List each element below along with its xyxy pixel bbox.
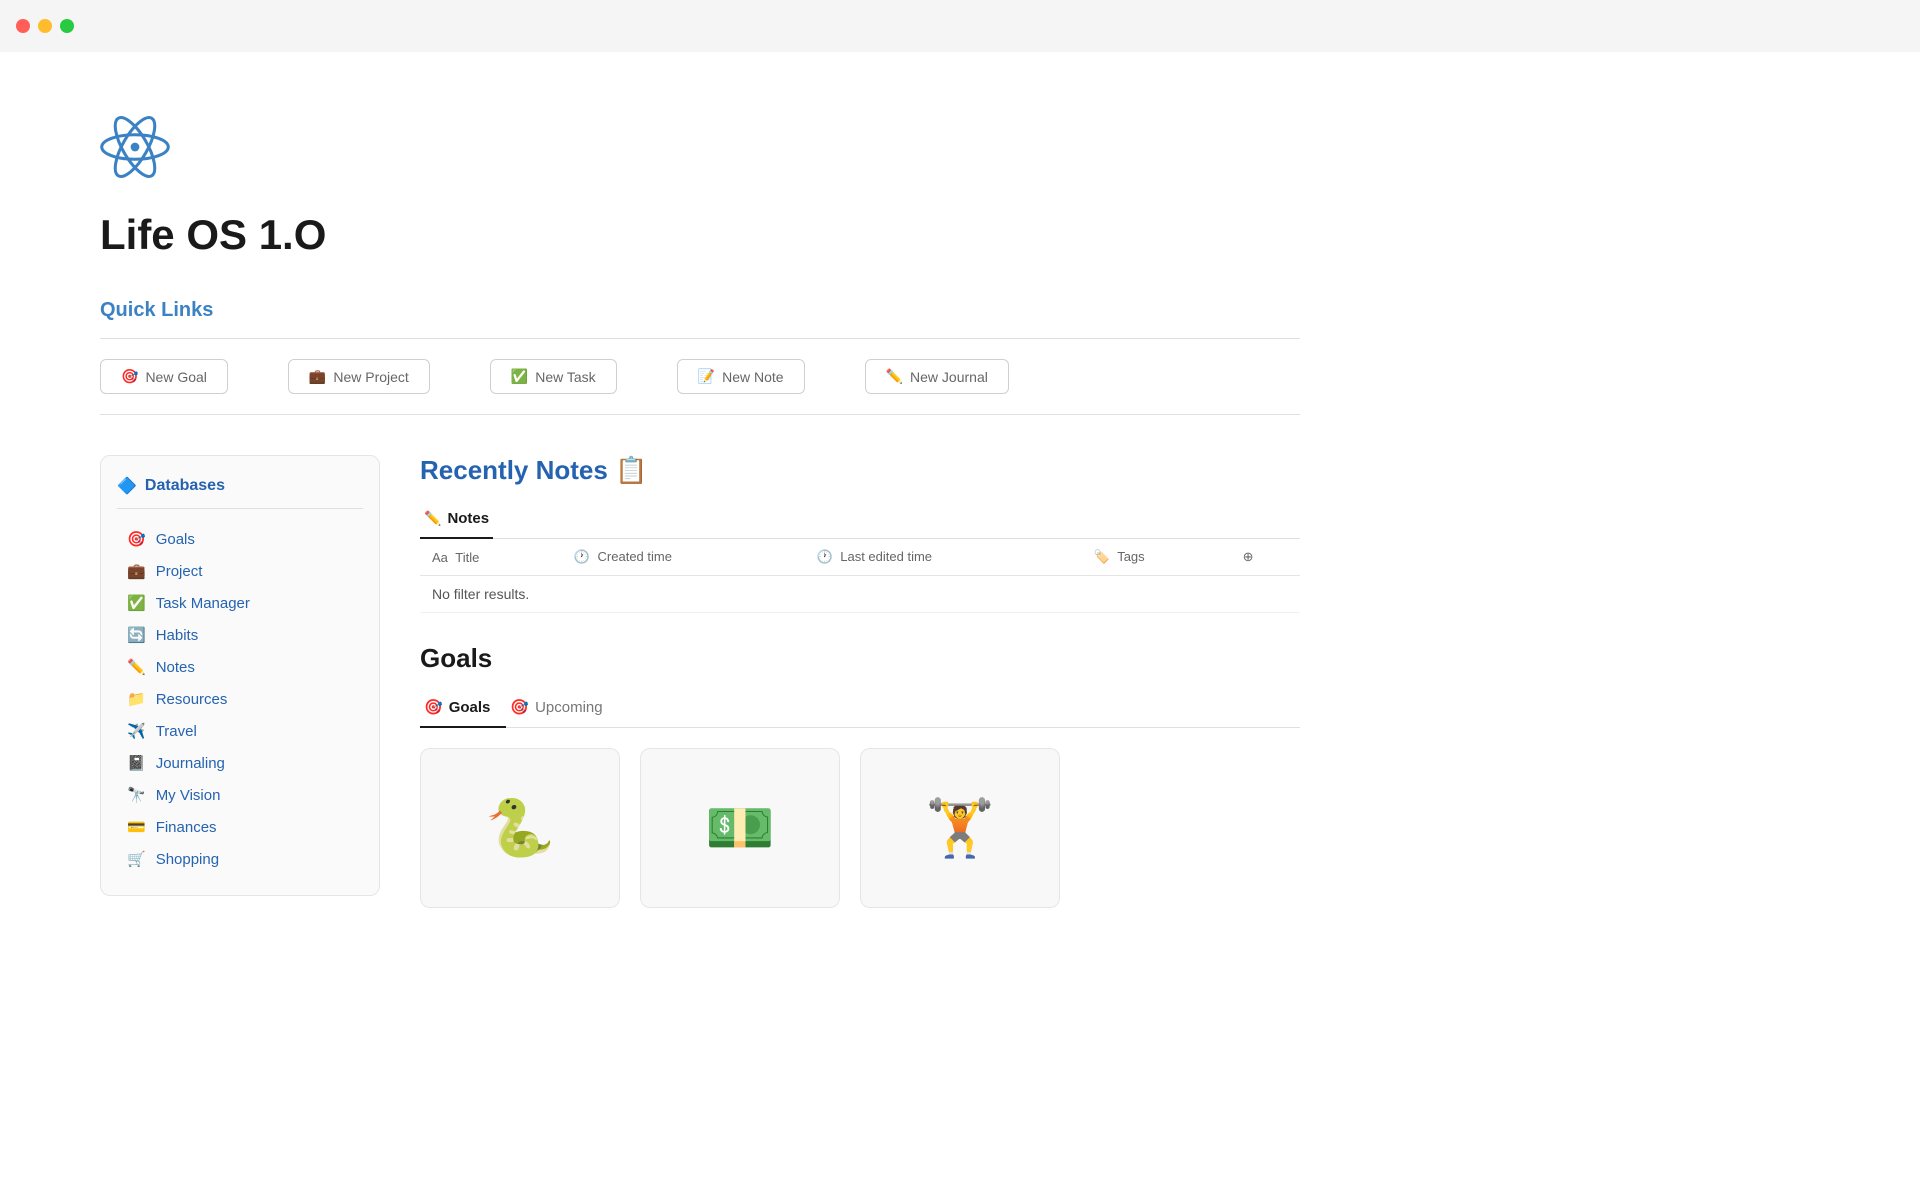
goals-sidebar-icon: 🎯 (127, 530, 146, 548)
col-title: Aa Title (420, 539, 562, 576)
quick-link-new-goal[interactable]: 🎯New Goal (100, 359, 228, 394)
goal-card-fitness[interactable]: 🏋️ (860, 748, 1060, 908)
new-goal-icon: 🎯 (121, 368, 138, 385)
goals-tabs: 🎯 Goals 🎯 Upcoming (420, 690, 1300, 728)
goals-heading: Goals (420, 643, 1300, 674)
no-filter-row: No filter results. (420, 576, 1300, 613)
goal-card-python[interactable]: 🐍 (420, 748, 620, 908)
sidebar-header: 🔷 Databases (117, 476, 363, 509)
sidebar-label-notes: Notes (156, 659, 195, 676)
notes-tabs: ✏️ Notes (420, 502, 1300, 539)
titlebar (0, 0, 1920, 52)
sidebar-label-finances: Finances (156, 819, 217, 836)
atom-logo-icon (100, 112, 170, 182)
finances-sidebar-icon: 💳 (127, 818, 146, 836)
sidebar: 🔷 Databases 🎯 Goals 💼 Project ✅ Task Manager 🔄… (100, 455, 380, 896)
sidebar-item-finances[interactable]: 💳 Finances (117, 811, 363, 843)
maximize-button[interactable] (60, 19, 74, 33)
upcoming-tab-label: Upcoming (535, 699, 603, 716)
resources-sidebar-icon: 📁 (127, 690, 146, 708)
col-actions: ⊕ (1231, 539, 1300, 576)
created-time-col-icon: 🕐 (574, 549, 590, 564)
sidebar-label-resources: Resources (156, 691, 228, 708)
new-journal-icon: ✏️ (886, 368, 903, 385)
sidebar-label-habits: Habits (156, 627, 199, 644)
sidebar-label-journaling: Journaling (156, 755, 225, 772)
sidebar-label-goals: Goals (156, 531, 195, 548)
python-card-emoji: 🐍 (485, 795, 555, 861)
two-col-layout: 🔷 Databases 🎯 Goals 💼 Project ✅ Task Manager 🔄… (100, 455, 1300, 908)
new-project-icon: 💼 (309, 368, 326, 385)
goals-tab-label: Goals (449, 699, 491, 716)
quick-link-new-task[interactable]: ✅New Task (490, 359, 617, 394)
sidebar-item-travel[interactable]: ✈️ Travel (117, 715, 363, 747)
new-task-icon: ✅ (511, 368, 528, 385)
quick-links-bottom-divider (100, 414, 1300, 415)
sidebar-items-container: 🎯 Goals 💼 Project ✅ Task Manager 🔄 Habits ✏️ Note… (117, 523, 363, 875)
main-content: Life OS 1.O Quick Links 🎯New Goal 💼New Pr… (0, 52, 1400, 968)
minimize-button[interactable] (38, 19, 52, 33)
sidebar-label-shopping: Shopping (156, 851, 219, 868)
main-panel: Recently Notes 📋 ✏️ Notes Aa Title (420, 455, 1300, 908)
databases-icon: 🔷 (117, 476, 137, 496)
my-vision-sidebar-icon: 🔭 (127, 786, 146, 804)
sidebar-item-goals[interactable]: 🎯 Goals (117, 523, 363, 555)
sidebar-item-task-manager[interactable]: ✅ Task Manager (117, 587, 363, 619)
recently-notes-heading: Recently Notes 📋 (420, 455, 1300, 486)
quick-links-title: Quick Links (100, 299, 1300, 322)
sidebar-item-project[interactable]: 💼 Project (117, 555, 363, 587)
app-title: Life OS 1.O (100, 211, 1300, 259)
sidebar-label-task-manager: Task Manager (156, 595, 250, 612)
upcoming-tab-icon: 🎯 (510, 698, 529, 716)
quick-links-top-divider (100, 338, 1300, 339)
sidebar-label-travel: Travel (156, 723, 197, 740)
journaling-sidebar-icon: 📓 (127, 754, 146, 772)
sidebar-item-notes[interactable]: ✏️ Notes (117, 651, 363, 683)
project-sidebar-icon: 💼 (127, 562, 146, 580)
col-tags: 🏷️ Tags (1082, 539, 1231, 576)
quick-link-new-note[interactable]: 📝New Note (677, 359, 805, 394)
notes-tab-label: Notes (447, 510, 489, 527)
notes-table: Aa Title 🕐 Created time 🕐 Last edited ti… (420, 539, 1300, 613)
money-card-emoji: 💵 (705, 795, 775, 861)
tab-goals[interactable]: 🎯 Goals (420, 690, 506, 728)
col-created-time: 🕐 Created time (562, 539, 805, 576)
sidebar-item-shopping[interactable]: 🛒 Shopping (117, 843, 363, 875)
task-manager-sidebar-icon: ✅ (127, 594, 146, 612)
goal-card-money[interactable]: 💵 (640, 748, 840, 908)
sidebar-item-resources[interactable]: 📁 Resources (117, 683, 363, 715)
shopping-sidebar-icon: 🛒 (127, 850, 146, 868)
sidebar-item-journaling[interactable]: 📓 Journaling (117, 747, 363, 779)
notes-table-header-row: Aa Title 🕐 Created time 🕐 Last edited ti… (420, 539, 1300, 576)
quick-links-row: 🎯New Goal 💼New Project ✅New Task 📝New Note ✏… (100, 359, 1300, 394)
fitness-card-emoji: 🏋️ (925, 795, 995, 861)
goals-cards: 🐍 💵 🏋️ (420, 748, 1300, 908)
travel-sidebar-icon: ✈️ (127, 722, 146, 740)
title-col-icon: Aa (432, 550, 448, 565)
goals-tab-icon: 🎯 (424, 698, 443, 716)
recently-notes-emoji: 📋 (615, 455, 647, 485)
notes-sidebar-icon: ✏️ (127, 658, 146, 676)
sidebar-item-my-vision[interactable]: 🔭 My Vision (117, 779, 363, 811)
sidebar-label-project: Project (156, 563, 203, 580)
no-filter-message: No filter results. (420, 576, 1300, 613)
tags-col-icon: 🏷️ (1094, 549, 1110, 564)
last-edited-col-icon: 🕐 (816, 549, 832, 564)
close-button[interactable] (16, 19, 30, 33)
notes-tab-icon: ✏️ (424, 510, 441, 527)
quick-link-new-journal[interactable]: ✏️New Journal (865, 359, 1009, 394)
sidebar-label-my-vision: My Vision (156, 787, 221, 804)
habits-sidebar-icon: 🔄 (127, 626, 146, 644)
quick-link-new-project[interactable]: 💼New Project (288, 359, 430, 394)
logo-container (100, 112, 1300, 187)
sidebar-item-habits[interactable]: 🔄 Habits (117, 619, 363, 651)
tab-notes[interactable]: ✏️ Notes (420, 502, 493, 539)
sidebar-header-label: Databases (145, 477, 225, 495)
tab-upcoming[interactable]: 🎯 Upcoming (506, 690, 618, 728)
new-note-icon: 📝 (698, 368, 715, 385)
col-last-edited-time: 🕐 Last edited time (804, 539, 1081, 576)
